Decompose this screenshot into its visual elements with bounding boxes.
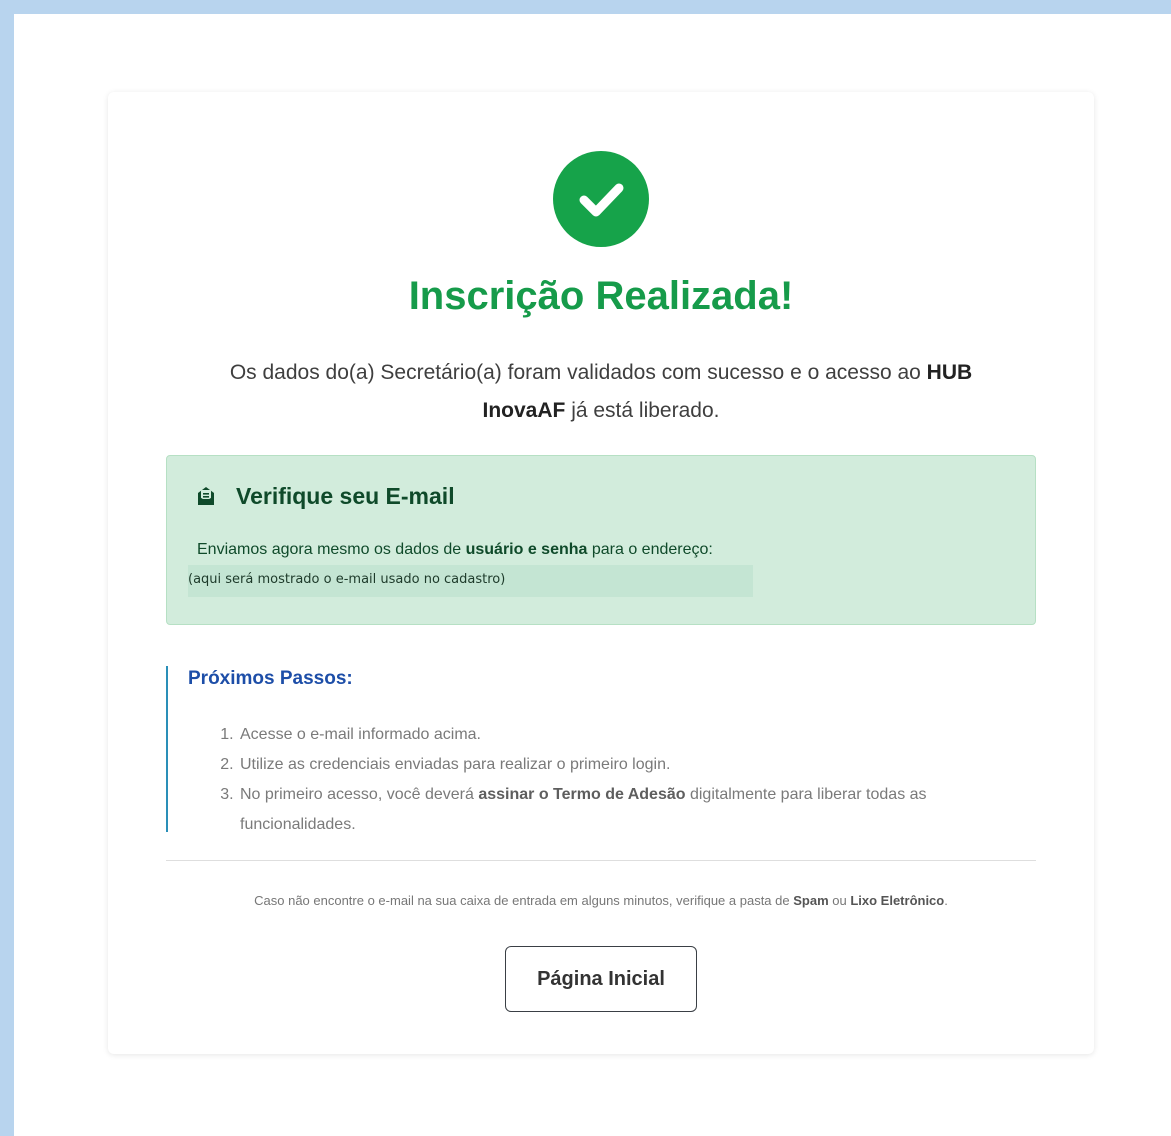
- page-title: Inscrição Realizada!: [408, 274, 794, 318]
- spam-note-end: .: [944, 893, 948, 908]
- next-steps-list: Acesse o e-mail informado acima. Utilize…: [218, 720, 1018, 840]
- success-message: Os dados do(a) Secretário(a) foram valid…: [198, 354, 1004, 430]
- step-item: Utilize as credenciais enviadas para rea…: [238, 750, 1018, 780]
- email-alert-title: Verifique seu E-mail: [236, 483, 455, 509]
- email-alert-text-part: Enviamos agora mesmo os dados de: [197, 541, 466, 558]
- home-button[interactable]: Página Inicial: [505, 946, 697, 1012]
- step-text: No primeiro acesso, você deverá: [240, 786, 479, 803]
- envelope-open-icon: [198, 487, 214, 505]
- step-item: Acesse o e-mail informado acima.: [238, 720, 1018, 750]
- success-message-tail: já está liberado.: [565, 399, 720, 422]
- spam-folder-label: Spam: [793, 893, 829, 908]
- page-background: Inscrição Realizada! Os dados do(a) Secr…: [14, 14, 1171, 1136]
- spam-note: Caso não encontre o e-mail na sua caixa …: [108, 893, 1094, 908]
- email-alert: Verifique seu E-mail Enviamos agora mesm…: [166, 455, 1036, 625]
- spam-note-text: Caso não encontre o e-mail na sua caixa …: [254, 893, 794, 908]
- email-alert-text: Enviamos agora mesmo os dados de usuário…: [197, 541, 713, 559]
- email-alert-text-tail: para o endereço:: [587, 541, 713, 558]
- step-highlight: assinar o Termo de Adesão: [478, 786, 686, 803]
- divider: [166, 860, 1036, 861]
- registered-email: (aqui será mostrado o e-mail usado no ca…: [188, 565, 753, 597]
- step-item: No primeiro acesso, você deverá assinar …: [238, 780, 1018, 840]
- next-steps-title: Próximos Passos:: [188, 668, 353, 689]
- success-card: Inscrição Realizada! Os dados do(a) Secr…: [108, 92, 1094, 1054]
- check-circle-icon: [553, 151, 649, 247]
- spam-note-or: ou: [828, 893, 851, 908]
- junk-folder-label: Lixo Eletrônico: [850, 893, 945, 908]
- credentials-label: usuário e senha: [465, 541, 588, 558]
- success-message-text: Os dados do(a) Secretário(a) foram valid…: [229, 361, 927, 384]
- next-steps: Próximos Passos: Acesse o e-mail informa…: [166, 666, 1036, 833]
